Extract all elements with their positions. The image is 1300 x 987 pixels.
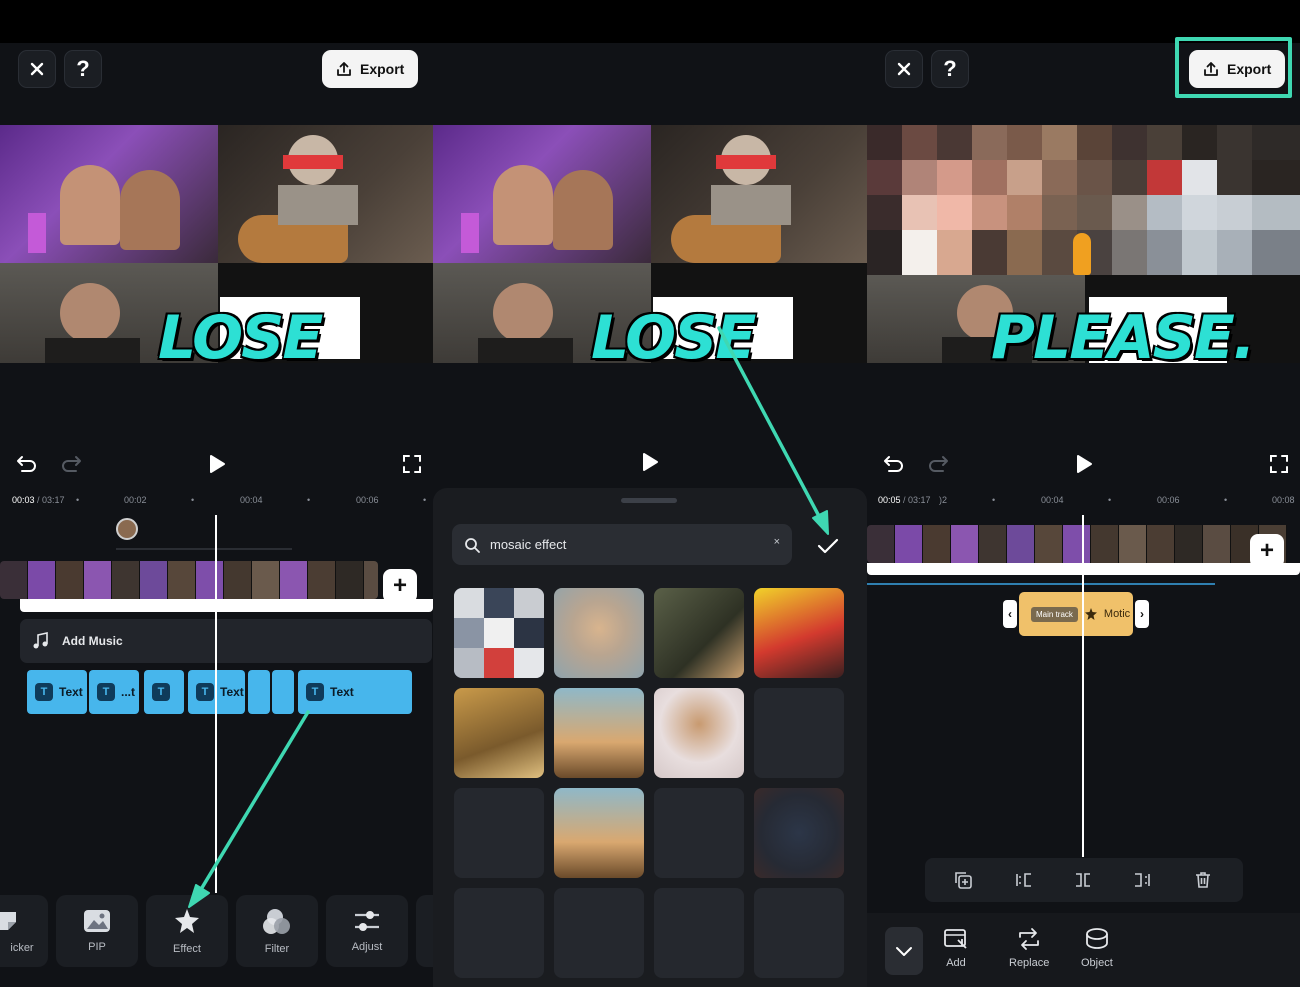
tick-label: 00:06 [1157, 495, 1180, 505]
time-total: / 03:17 [903, 495, 931, 505]
object-icon [1085, 928, 1108, 949]
plus-icon: + [1259, 537, 1274, 564]
tick-label: 00:04 [1041, 495, 1064, 505]
annotation-arrow [717, 326, 829, 535]
copy-icon[interactable] [953, 870, 973, 890]
toolbar-label: Object [1081, 957, 1113, 969]
tick-label: 00:08 [1272, 495, 1295, 505]
close-button[interactable] [885, 50, 923, 88]
undo-button[interactable] [881, 452, 907, 476]
help-button[interactable]: ? [931, 50, 969, 88]
effect-trim-handle-right[interactable]: › [1135, 600, 1149, 628]
text-track-indicator [867, 583, 1215, 585]
replace-icon [1019, 928, 1040, 950]
fullscreen-icon [1270, 455, 1288, 473]
collapse-button[interactable] [885, 927, 923, 975]
split-right-icon[interactable] [1133, 870, 1153, 890]
hand-sticker [1073, 233, 1091, 275]
redo-icon [929, 456, 948, 472]
tick-dot: • [1224, 495, 1228, 505]
toolbar-replace[interactable]: Replace [1009, 927, 1049, 969]
annotation-arrow [188, 710, 310, 908]
split-left-icon[interactable] [1013, 870, 1033, 890]
time-current: 00:05 [878, 495, 901, 505]
play-icon [1077, 455, 1092, 473]
editor-panel-mosaic-applied: ? Export PLEASE. 00:05 / 03:17)2 • 00:0… [867, 0, 1300, 987]
toolbar-add[interactable]: Add [943, 927, 969, 969]
effect-clip-label: Motic [1103, 608, 1131, 620]
play-button[interactable] [1071, 451, 1097, 477]
fullscreen-button[interactable] [1267, 452, 1291, 476]
undo-icon [884, 456, 903, 472]
redo-button[interactable] [925, 452, 951, 476]
top-bar: ? Export [867, 37, 1300, 121]
time-ruler: 00:05 / 03:17 )2 • 00:04 • 00:06 • 00:08 [867, 493, 1300, 509]
tick-dot: • [1108, 495, 1112, 505]
video-caption: PLEASE. [991, 303, 1256, 363]
toolbar-label: Add [946, 957, 966, 969]
tick-label-partial: )2 [939, 495, 948, 505]
delete-icon[interactable] [1193, 870, 1213, 890]
editor-panel-effect-search: LOSE mosaic effect × [433, 0, 867, 987]
toolbar-object[interactable]: Object [1081, 927, 1113, 969]
help-label: ? [943, 56, 957, 81]
export-highlight-frame [1175, 37, 1292, 98]
edit-tools-bar [925, 858, 1243, 902]
tick-dot: • [992, 495, 996, 505]
chevron-down-icon [896, 947, 912, 956]
playhead[interactable] [1082, 515, 1084, 857]
video-preview[interactable]: PLEASE. [867, 125, 1300, 363]
add-object-icon [944, 929, 967, 949]
split-icon[interactable] [1073, 870, 1093, 890]
effect-icon [1084, 608, 1097, 620]
editor-panel-timeline: ? Export LOSE 00:03 / 03:17 • 00:02 • 00… [0, 0, 433, 987]
effect-trim-handle-left[interactable]: ‹ [1003, 600, 1017, 628]
toolbar-label: Replace [1009, 957, 1050, 969]
add-clip-button[interactable]: + [1250, 534, 1284, 568]
close-icon [897, 62, 911, 76]
main-track-chip: Main track [1031, 606, 1078, 622]
object-toolbar: Add Replace Object [867, 913, 1300, 987]
effect-clip[interactable]: Main track Motic [1019, 592, 1133, 636]
